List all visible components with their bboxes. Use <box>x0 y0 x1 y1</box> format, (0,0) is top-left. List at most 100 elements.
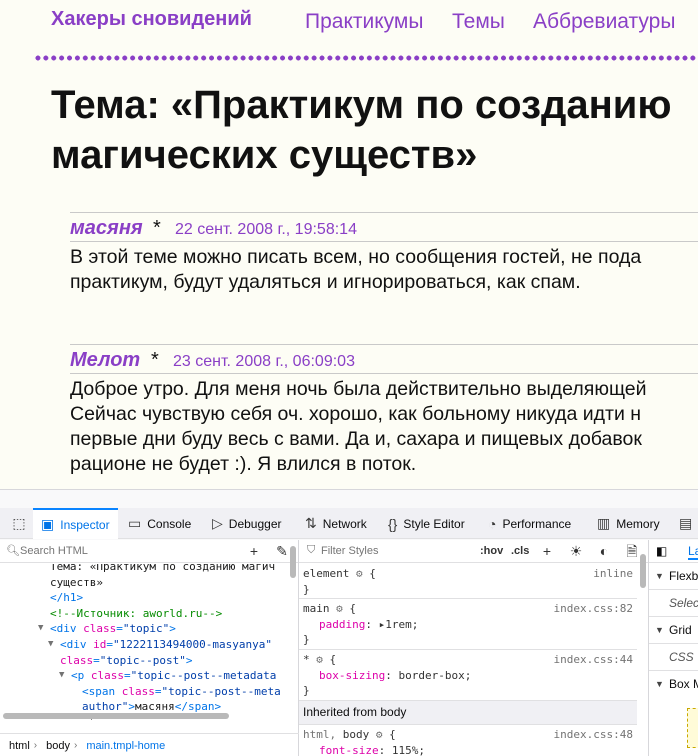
markup-node[interactable]: <span class="topic--post--meta <box>0 684 288 700</box>
markup-node[interactable]: ▼ <div id="1222113494000-masyanya" <box>0 637 288 653</box>
print-media-icon[interactable]: 🗎︎ <box>622 541 642 561</box>
add-node-button[interactable]: + <box>244 541 264 561</box>
grid-section-header[interactable]: ▼ Grid <box>649 617 698 644</box>
add-rule-button[interactable]: + <box>537 541 557 561</box>
tab-network[interactable]: ⇅ Network <box>305 508 367 539</box>
expand-toggle-icon[interactable]: ▼ <box>59 668 64 684</box>
breadcrumb-item[interactable]: body <box>37 740 74 752</box>
page-title-line-1: Тема: «Практикум по созданию <box>51 83 672 127</box>
grid-section-body: CSS <box>649 644 698 671</box>
tab-label: Memory <box>616 516 660 531</box>
element-picker-icon: ⬚ <box>12 515 26 531</box>
gear-icon[interactable]: ⚙ <box>356 567 363 580</box>
expand-toggle-icon[interactable]: ▼ <box>38 621 43 637</box>
tab-style-editor[interactable]: {} Style Editor <box>388 508 465 539</box>
inspector-icon: ▣ <box>41 516 55 532</box>
post-date-link[interactable]: 22 сент. 2008 г., 19:58:14 <box>175 221 357 239</box>
box-model-section-header[interactable]: ▼ Box M <box>649 671 698 698</box>
markup-node[interactable]: <!--Источник: aworld.ru--> <box>0 606 288 622</box>
page-title-line-2: магических существ» <box>51 133 478 177</box>
attr-name: class <box>83 622 117 636</box>
tab-memory[interactable]: ▥ Memory <box>597 508 660 539</box>
attr-name: class <box>60 653 94 667</box>
style-editor-icon: {} <box>388 515 398 532</box>
gear-icon[interactable]: ⚙ <box>316 653 323 666</box>
css-declaration[interactable]: box-sizing: border-box; <box>303 668 633 684</box>
eyedropper-button[interactable]: ✎ <box>272 541 292 561</box>
tab-inspector[interactable]: ▣ Inspector <box>33 508 118 539</box>
element-picker-button[interactable]: ⬚ <box>6 508 32 539</box>
tab-layout[interactable]: La <box>688 544 698 560</box>
post-body: В этой теме можно писать всем, но сообще… <box>70 245 698 295</box>
light-theme-icon[interactable]: ☀ <box>566 541 586 561</box>
attr-value: "topic--post--metadata <box>130 669 277 683</box>
markup-node[interactable]: </h1> <box>0 590 288 606</box>
tab-label: Inspector <box>60 517 110 532</box>
rule-selector: body <box>342 728 370 742</box>
breadcrumb-item-selected[interactable]: main.tmpl-home <box>77 740 169 752</box>
markup-toolbar: 🔍︎ + ✎ <box>0 540 298 563</box>
markup-node[interactable]: ▼ <div class="topic"> <box>0 621 288 637</box>
tab-console[interactable]: ▭ Console <box>128 508 191 539</box>
gear-icon[interactable]: ⚙ <box>336 602 343 615</box>
markup-horizontal-scrollbar[interactable] <box>3 713 229 719</box>
page-title: Тема: «Практикум по созданию магических … <box>51 80 698 180</box>
tab-label: Network <box>322 516 367 531</box>
expand-toggle-icon[interactable]: ▼ <box>48 637 53 653</box>
filter-styles-input[interactable] <box>321 542 471 560</box>
tab-performance[interactable]: ◔ Performance <box>488 508 571 539</box>
flexbox-section-header[interactable]: ▼ Flexb <box>649 563 698 590</box>
section-hint: Selec <box>669 596 698 610</box>
nav-link-topics[interactable]: Темы <box>452 10 505 34</box>
tab-debugger[interactable]: ▷ Debugger <box>212 508 282 539</box>
performance-icon: ◔ <box>488 515 497 532</box>
tab-label: Debugger <box>228 516 282 531</box>
class-toggle[interactable]: .cls <box>511 545 529 557</box>
breadcrumb-item[interactable]: html <box>0 740 34 752</box>
markup-node[interactable]: ▼ <p class="topic--post--metadata <box>0 668 288 684</box>
site-title-link[interactable]: Хакеры сновидений <box>51 8 252 31</box>
post-author-link[interactable]: масяня <box>70 217 143 240</box>
tab-label: Style Editor <box>403 516 465 531</box>
css-rule: main ⚙ { index.css:82 padding: ▸1rem; } <box>299 599 637 650</box>
filter-icon: ⛉ <box>307 544 316 556</box>
rule-selector: * <box>303 652 310 666</box>
markup-vertical-scrollbar[interactable] <box>290 546 296 578</box>
markup-node[interactable]: существ» <box>0 575 288 591</box>
post-metadata: Мелот * 23 сент. 2008 г., 06:09:03 <box>70 344 698 374</box>
gear-icon[interactable]: ⚙ <box>376 728 383 741</box>
nav-link-practicums[interactable]: Практикумы <box>305 10 423 34</box>
hover-state-toggle[interactable]: :hov <box>480 545 503 557</box>
css-declaration[interactable]: padding: ▸1rem; <box>303 617 633 633</box>
post-date-link[interactable]: 23 сент. 2008 г., 06:09:03 <box>173 353 355 371</box>
post-author-link[interactable]: Мелот <box>70 349 140 372</box>
rule-source-link[interactable]: index.css:48 <box>554 727 633 743</box>
property-name: padding <box>319 617 366 631</box>
dark-theme-icon[interactable]: ◐ <box>594 541 614 561</box>
nav-link-abbreviations[interactable]: Аббревиатуры <box>533 10 675 34</box>
rule-source-link[interactable]: index.css:82 <box>554 601 633 617</box>
property-name: box-sizing <box>319 668 386 682</box>
rules-vertical-scrollbar[interactable] <box>640 554 646 588</box>
sidebar-toggle-icon[interactable]: ◧ <box>656 544 667 558</box>
rule-source-link[interactable]: index.css:44 <box>554 652 633 668</box>
css-declaration[interactable]: font-size: 115%; <box>303 743 633 756</box>
tab-storage[interactable]: ▤ <box>679 508 692 539</box>
attr-value: "topic" <box>122 622 170 636</box>
comment-node: <!--Источник: aworld.ru--> <box>50 606 223 620</box>
property-name: font-size <box>319 743 379 756</box>
attr-value: "1222113494000-masyanya" <box>113 637 272 651</box>
text-node: Тема: «Практикум по созданию магич <box>50 564 276 573</box>
post-text-line: Доброе утро. Для меня ночь была действит… <box>70 378 647 400</box>
post-star: * <box>151 349 159 371</box>
attr-name: class <box>90 669 124 683</box>
post-text-line: Сейчас чувствую себя оч. хорошо, как бол… <box>70 403 642 425</box>
section-label: Grid <box>669 623 692 637</box>
chevron-down-icon: ▼ <box>655 571 664 581</box>
markup-node[interactable]: class="topic--post"> <box>0 653 288 669</box>
css-rule: html, body ⚙ { index.css:48 font-size: 1… <box>299 725 637 756</box>
search-html-input[interactable] <box>20 542 230 560</box>
section-label: Flexb <box>669 569 698 583</box>
markup-node[interactable]: Тема: «Практикум по созданию магич <box>0 564 288 575</box>
post-text-line: первые дни буду весь с вами. Да и, сахар… <box>70 428 642 450</box>
